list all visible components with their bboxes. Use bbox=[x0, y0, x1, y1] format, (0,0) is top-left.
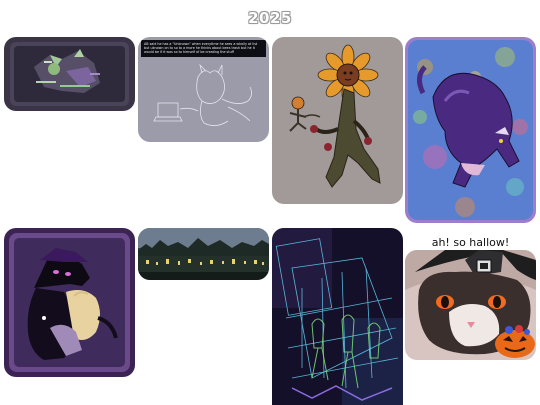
halloween-cat-artwork bbox=[405, 250, 536, 360]
gallery-tile-sunflower-creature[interactable] bbox=[272, 37, 403, 204]
gallery-tile-hat-creature-duo[interactable] bbox=[4, 228, 135, 377]
gallery-tile-night-town[interactable] bbox=[138, 228, 269, 280]
gallery-tile-halloween-cat[interactable] bbox=[405, 250, 536, 360]
night-town-artwork bbox=[138, 228, 269, 280]
halloween-cat-caption: ah! so hallow! bbox=[431, 236, 510, 249]
hat-creature-duo-artwork bbox=[4, 228, 135, 377]
neon-wireframe-artwork bbox=[272, 228, 403, 405]
glitch-creature-artwork bbox=[4, 37, 135, 111]
gallery-tile-sketch-cat[interactable]: AB said he has a "Unknown" when everytim… bbox=[138, 37, 269, 142]
year-heading: 2025 bbox=[248, 9, 292, 27]
sketch-cat-caption: AB said he has a "Unknown" when everytim… bbox=[141, 40, 266, 57]
purple-cat-artwork bbox=[405, 37, 536, 223]
gallery-tile-purple-cat[interactable] bbox=[405, 37, 536, 223]
gallery-tile-glitch-creature[interactable] bbox=[4, 37, 135, 111]
sunflower-creature-artwork bbox=[272, 37, 403, 204]
gallery-tile-neon-wireframe[interactable] bbox=[272, 228, 403, 405]
